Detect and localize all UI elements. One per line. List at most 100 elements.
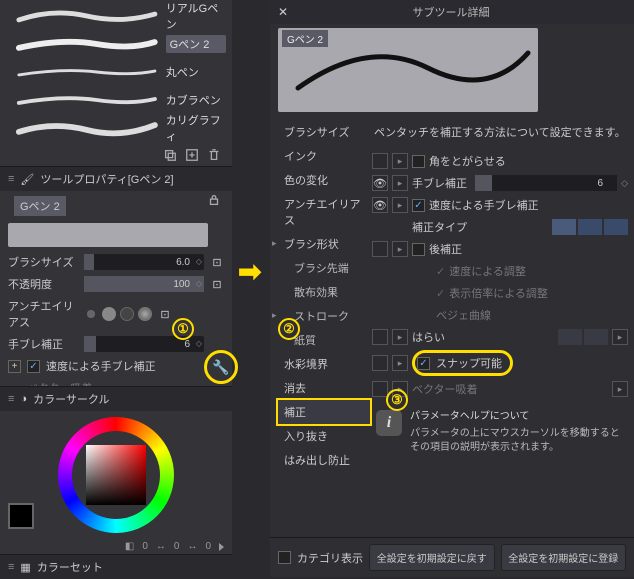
- harai-chip-2[interactable]: [584, 329, 608, 345]
- hsv-icon[interactable]: ◧: [125, 541, 134, 552]
- type-chip-3[interactable]: [604, 219, 628, 235]
- opacity-slider[interactable]: 100◇: [84, 276, 204, 292]
- parameter-help: i パラメータヘルプについて パラメータの上にマウスカーソルを移動するとその項目…: [372, 404, 628, 461]
- chevron-right-icon[interactable]: ▸: [612, 329, 628, 345]
- wrench-icon[interactable]: 🔧: [212, 359, 229, 376]
- show-toggle[interactable]: [372, 241, 388, 257]
- subtool-preview: Gペン 2: [278, 28, 538, 112]
- tool-property-brush-name: Gペン 2: [14, 196, 66, 216]
- duplicate-icon[interactable]: [184, 147, 200, 163]
- link-icon[interactable]: ⊡: [210, 277, 224, 291]
- snap-checkbox[interactable]: ✓: [417, 357, 430, 370]
- stabilize-value: 6: [184, 339, 190, 350]
- wrench-highlight: 🔧: [204, 350, 238, 384]
- color-swatch[interactable]: [8, 503, 34, 529]
- speed-stabilize-checkbox[interactable]: ✓: [27, 360, 40, 373]
- cat-brush-tip[interactable]: ブラシ先端: [278, 256, 370, 280]
- show-toggle[interactable]: 👁: [372, 197, 388, 213]
- annotation-3: ③: [386, 389, 408, 411]
- stabilize-slider[interactable]: 6◇: [84, 336, 204, 352]
- post-corr-checkbox[interactable]: [412, 243, 425, 256]
- brush-item[interactable]: 丸ペン: [14, 58, 226, 86]
- play-icon[interactable]: [219, 543, 224, 551]
- reset-all-button[interactable]: 全設定を初期設定に戻す: [369, 544, 495, 571]
- saturation-value-box[interactable]: [86, 445, 146, 505]
- chevron-right-icon[interactable]: ▸: [612, 381, 628, 397]
- menu-icon[interactable]: ≡: [8, 173, 14, 185]
- cat-in-out[interactable]: 入り抜き: [278, 424, 370, 448]
- aa-option-1[interactable]: [84, 307, 98, 321]
- cat-color-change[interactable]: 色の変化: [278, 168, 370, 192]
- aa-option-2[interactable]: [102, 307, 116, 321]
- snap-label: スナップ可能: [436, 355, 502, 371]
- brush-stroke-preview: [14, 34, 160, 54]
- brush-size-slider[interactable]: 6.0◇: [84, 254, 204, 270]
- antialias-options[interactable]: [84, 307, 152, 321]
- cat-brush-size[interactable]: ブラシサイズ: [278, 120, 370, 144]
- readout-s: 0: [174, 541, 180, 552]
- expand-toggle[interactable]: ▸: [392, 175, 408, 191]
- brush-name: カブラペン: [166, 92, 226, 108]
- cat-scatter[interactable]: 散布効果: [278, 280, 370, 304]
- show-toggle[interactable]: 👁: [372, 175, 388, 191]
- rp-stabilize-slider[interactable]: 6: [475, 175, 617, 191]
- link-icon[interactable]: ⊡: [158, 307, 172, 321]
- cat-watercolor-edge[interactable]: 水彩境界: [278, 352, 370, 376]
- show-toggle[interactable]: [372, 355, 388, 371]
- color-wheel[interactable]: [58, 417, 174, 533]
- stabilize-label: 手ブレ補正: [8, 336, 78, 352]
- harai-chips[interactable]: [558, 329, 608, 345]
- corner-checkbox[interactable]: [412, 155, 425, 168]
- cat-ink[interactable]: インク: [278, 144, 370, 168]
- trash-icon[interactable]: [206, 147, 222, 163]
- correction-type-chips[interactable]: [552, 219, 628, 235]
- harai-label: はらい: [412, 329, 445, 345]
- cat-overflow[interactable]: はみ出し防止: [278, 448, 370, 472]
- cat-antialias[interactable]: アンチエイリアス: [278, 192, 370, 232]
- type-chip-1[interactable]: [552, 219, 576, 235]
- brush-item[interactable]: カリグラフィ: [14, 114, 226, 142]
- menu-icon[interactable]: ≡: [8, 393, 14, 405]
- register-all-button[interactable]: 全設定を初期設定に登録: [501, 544, 627, 571]
- expand-toggle[interactable]: ▸: [392, 329, 408, 345]
- brush-name: カリグラフィ: [166, 112, 226, 144]
- expand-toggle[interactable]: ▸: [392, 153, 408, 169]
- speed-stabilize-label: 速度による手ブレ補正: [46, 358, 156, 374]
- show-toggle[interactable]: [372, 381, 388, 397]
- expand-toggle[interactable]: ▸: [392, 355, 408, 371]
- category-show-checkbox[interactable]: [278, 551, 291, 564]
- color-circle-header: ≡ ◑ カラーサークル: [0, 386, 232, 411]
- correction-type-label: 補正タイプ: [412, 219, 467, 235]
- brush-item[interactable]: カブラペン: [14, 86, 226, 114]
- cat-brush-shape[interactable]: ▸ブラシ形状: [278, 232, 370, 256]
- show-toggle[interactable]: [372, 153, 388, 169]
- type-chip-2[interactable]: [578, 219, 602, 235]
- brush-item[interactable]: リアルGペン: [14, 2, 226, 30]
- expand-icon[interactable]: +: [8, 360, 21, 373]
- rp-speed-label: 速度による手ブレ補正: [429, 197, 539, 213]
- copy-icon[interactable]: [162, 147, 178, 163]
- annotation-1: ①: [172, 318, 194, 340]
- menu-icon[interactable]: ≡: [8, 561, 14, 573]
- arrow-annotation: ➡: [238, 255, 261, 288]
- close-icon[interactable]: ✕: [278, 5, 288, 19]
- opacity-label: 不透明度: [8, 276, 78, 292]
- corner-label: 角をとがらせる: [429, 153, 506, 169]
- link-icon[interactable]: ⊡: [210, 255, 224, 269]
- cat-erase[interactable]: 消去: [278, 376, 370, 400]
- harai-chip-1[interactable]: [558, 329, 582, 345]
- expand-toggle[interactable]: ▸: [392, 197, 408, 213]
- category-hint: ペンタッチを補正する方法について設定できます。: [372, 120, 628, 150]
- aa-option-3[interactable]: [120, 307, 134, 321]
- lock-icon[interactable]: [206, 192, 222, 208]
- opacity-row: 不透明度 100◇ ⊡: [0, 273, 232, 295]
- expand-toggle[interactable]: ▸: [392, 241, 408, 257]
- readout-v: 0: [205, 541, 211, 552]
- speed-checkbox[interactable]: ✓: [412, 199, 425, 212]
- cat-correction-selected[interactable]: 補正: [278, 400, 370, 424]
- color-circle-title: カラーサークル: [33, 391, 109, 407]
- brush-item-selected[interactable]: Gペン 2: [14, 30, 226, 58]
- tool-property-title: ツールプロパティ[Gペン 2]: [40, 171, 173, 187]
- aa-option-4[interactable]: [138, 307, 152, 321]
- show-toggle[interactable]: [372, 329, 388, 345]
